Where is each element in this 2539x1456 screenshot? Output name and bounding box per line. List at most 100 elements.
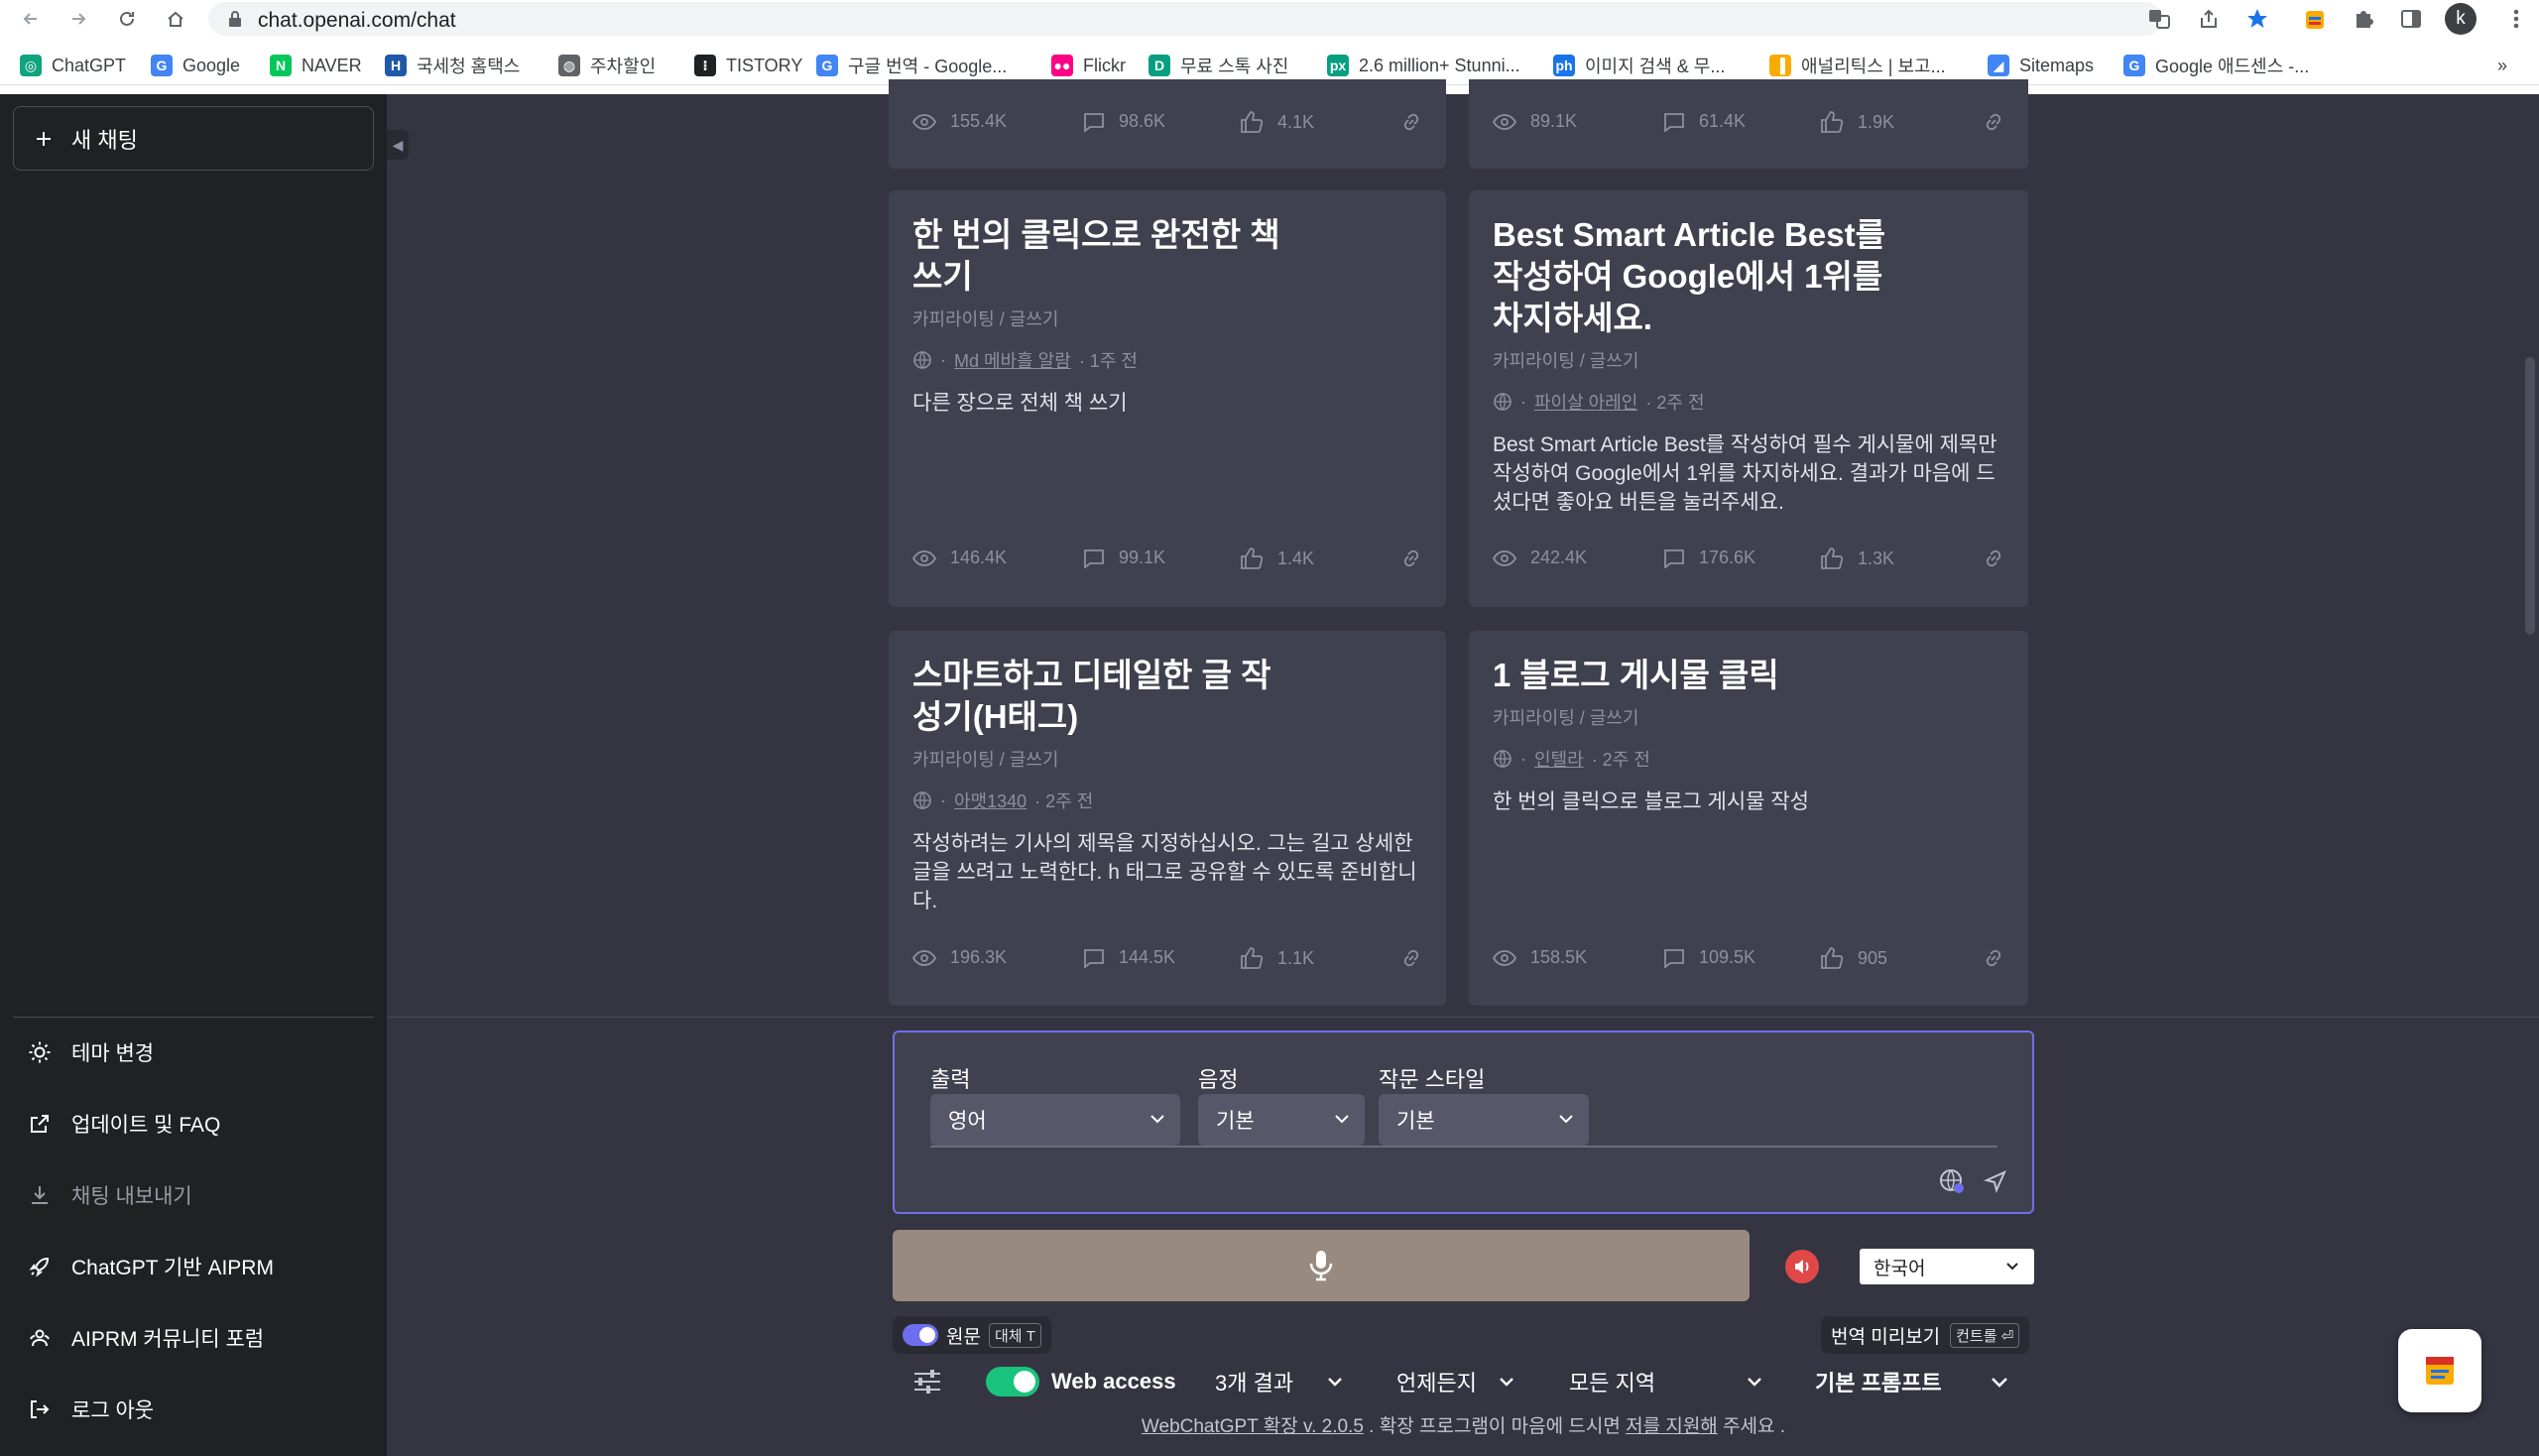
reload-button[interactable] bbox=[112, 4, 142, 34]
copy-link-button[interactable] bbox=[1400, 947, 1422, 969]
speaker-toggle-button[interactable] bbox=[1785, 1250, 1819, 1283]
bookmark-label: Google 애드센스 -... bbox=[2155, 57, 2310, 76]
prompt-composer[interactable]: 출력 영어 음정 기본 작문 스타일 기본 bbox=[893, 1031, 2034, 1214]
bookmark-item[interactable]: ◢ Sitemaps bbox=[1988, 52, 2094, 79]
url-text[interactable]: chat.openai.com/chat bbox=[258, 9, 456, 33]
card-description: 한 번의 클릭으로 블로그 게시물 작성 bbox=[1493, 790, 1809, 813]
voice-input-button[interactable] bbox=[893, 1230, 1750, 1301]
copy-link-button[interactable] bbox=[1983, 111, 2004, 133]
extension-version-link[interactable]: WebChatGPT 확장 v. 2.0.5 bbox=[1142, 1416, 1364, 1437]
globe-icon bbox=[1493, 749, 1512, 769]
profile-avatar[interactable]: k bbox=[2445, 3, 2477, 35]
web-access-toggle[interactable] bbox=[986, 1367, 1039, 1396]
card-author-link[interactable]: 인텔라 bbox=[1534, 746, 1584, 772]
copy-link-button[interactable] bbox=[1983, 547, 2004, 569]
bookmark-item[interactable]: N NAVER bbox=[270, 52, 362, 79]
prompt-card[interactable]: 한 번의 클릭으로 완전한 책 쓰기 카피라이팅 / 글쓰기 · Md 메바흘 알람 ·… bbox=[889, 190, 1446, 607]
comments-count: 98.6K bbox=[1119, 111, 1166, 131]
bookmark-item[interactable]: ◍ 주차할인 bbox=[558, 52, 656, 79]
translation-preview-button[interactable]: 번역 미리보기 컨트롤 ⏎ bbox=[1821, 1316, 2030, 1354]
likes-stat[interactable]: 1.4K bbox=[1240, 547, 1314, 569]
bookmark-item[interactable]: G 구글 번역 - Google... bbox=[816, 52, 1007, 79]
copy-link-button[interactable] bbox=[1400, 111, 1422, 133]
prompt-template-select[interactable]: 기본 프롬프트 bbox=[1815, 1364, 2009, 1399]
sidebar-item-aiprm[interactable]: ChatGPT 기반 AIPRM bbox=[28, 1252, 274, 1281]
results-count-select[interactable]: 3개 결과 bbox=[1215, 1364, 1344, 1399]
comment-icon bbox=[1663, 948, 1685, 968]
card-author-link[interactable]: Md 메바흘 알람 bbox=[954, 347, 1071, 373]
prompt-card[interactable]: 1 블로그 게시물 클릭 카피라이팅 / 글쓰기 · 인텔라 · 2주 전한 번의 클릭… bbox=[1469, 631, 2028, 1006]
likes-stat[interactable]: 1.3K bbox=[1820, 547, 1894, 569]
region-select[interactable]: 모든 지역 bbox=[1569, 1364, 1763, 1399]
bookmark-item[interactable]: ⁝ TISTORY bbox=[694, 52, 802, 79]
sidebar-item-updates-faq[interactable]: 업데이트 및 FAQ bbox=[28, 1109, 220, 1139]
send-icon[interactable] bbox=[1984, 1169, 2007, 1193]
tone-select[interactable]: 기본 bbox=[1198, 1094, 1365, 1146]
copy-link-button[interactable] bbox=[1400, 547, 1422, 569]
sidebar-item-community-forum[interactable]: AIPRM 커뮤니티 포럼 bbox=[28, 1323, 264, 1353]
sidebar: 새 채팅 테마 변경 업데이트 및 FAQ 채팅 내보내기 ChatGPT 기반… bbox=[0, 94, 387, 1456]
new-chat-button[interactable]: 새 채팅 bbox=[13, 106, 374, 171]
scrollbar[interactable] bbox=[2525, 357, 2535, 635]
bookmark-star-icon[interactable] bbox=[2245, 7, 2269, 31]
bookmark-item[interactable]: D 무료 스톡 사진 bbox=[1149, 52, 1288, 79]
bookmark-item[interactable]: ◎ ChatGPT bbox=[20, 52, 126, 79]
time-range-select[interactable]: 언제든지 bbox=[1396, 1364, 1515, 1399]
sidebar-item-theme[interactable]: 테마 변경 bbox=[28, 1037, 154, 1067]
likes-stat[interactable]: 4.1K bbox=[1240, 111, 1314, 133]
original-text-toggle[interactable]: 원문 대체 T bbox=[893, 1316, 1051, 1354]
lock-icon[interactable] bbox=[228, 11, 242, 27]
sidebar-item-logout[interactable]: 로그 아웃 bbox=[28, 1395, 154, 1424]
bookmark-item[interactable]: ▐ 애널리틱스 | 보고... bbox=[1769, 52, 1946, 79]
flickr-icon: ●● bbox=[1051, 55, 1073, 76]
card-stats: 196.3K 144.5K 1.1K bbox=[912, 947, 1422, 977]
copy-link-button[interactable] bbox=[1983, 947, 2004, 969]
card-author-link[interactable]: 아맷1340 bbox=[954, 788, 1027, 813]
views-count: 89.1K bbox=[1530, 111, 1578, 131]
translate-page-icon[interactable] bbox=[2147, 7, 2171, 31]
bookmark-label: Google bbox=[182, 55, 241, 75]
sidebar-item-export-chat[interactable]: 채팅 내보내기 bbox=[28, 1180, 192, 1210]
bookmark-item[interactable]: G Google 애드센스 -... bbox=[2123, 52, 2309, 79]
collapse-sidebar-button[interactable]: ◀ bbox=[387, 130, 409, 160]
more-bookmarks-button[interactable]: » bbox=[2497, 52, 2507, 79]
prompt-card[interactable]: Best Smart Article Best를 작성하여 Google에서 1… bbox=[1469, 190, 2028, 607]
address-bar[interactable]: chat.openai.com/chat bbox=[208, 2, 2267, 36]
time-range-value: 언제든지 bbox=[1396, 1371, 1477, 1395]
prompt-card[interactable]: 155.4K 98.6K 4.1K bbox=[889, 79, 1446, 169]
support-link[interactable]: 저를 지원해 bbox=[1626, 1416, 1718, 1437]
likes-stat[interactable]: 905 bbox=[1820, 947, 1887, 969]
voice-language-select[interactable]: 한국어 bbox=[1860, 1249, 2034, 1284]
prompt-textarea[interactable] bbox=[930, 1146, 1997, 1148]
notes-floating-button[interactable] bbox=[2398, 1329, 2481, 1412]
share-icon[interactable] bbox=[2198, 8, 2220, 30]
extensions-puzzle-icon[interactable] bbox=[2353, 8, 2374, 30]
extension-highlighter-icon[interactable] bbox=[2303, 8, 2327, 32]
forward-button[interactable] bbox=[63, 4, 93, 34]
back-button[interactable] bbox=[16, 4, 46, 34]
bookmark-item[interactable]: ●● Flickr bbox=[1051, 52, 1126, 79]
bookmark-item[interactable]: H 국세청 홈택스 bbox=[385, 52, 520, 79]
settings-sliders-icon[interactable] bbox=[912, 1368, 942, 1395]
original-toggle-switch[interactable] bbox=[903, 1324, 938, 1346]
writing-style-select[interactable]: 기본 bbox=[1379, 1094, 1589, 1146]
web-globe-icon[interactable] bbox=[1938, 1167, 1966, 1195]
comments-stat: 61.4K bbox=[1663, 111, 1746, 132]
side-panel-icon[interactable] bbox=[2400, 8, 2422, 30]
home-button[interactable] bbox=[161, 4, 190, 34]
card-author-link[interactable]: 파이살 아레인 bbox=[1534, 389, 1637, 415]
prompt-card[interactable]: 89.1K 61.4K 1.9K bbox=[1469, 79, 2028, 169]
results-count-value: 3개 결과 bbox=[1215, 1371, 1294, 1395]
chevron-down-icon bbox=[2004, 1260, 2020, 1274]
prompt-card[interactable]: 스마트하고 디테일한 글 작 성기(H태그) 카피라이팅 / 글쓰기 · 아맷1340… bbox=[889, 631, 1446, 1006]
sidebar-item-label: 로그 아웃 bbox=[71, 1399, 155, 1422]
bookmark-item[interactable]: G Google bbox=[151, 52, 240, 79]
browser-menu-icon[interactable] bbox=[2513, 8, 2519, 30]
likes-stat[interactable]: 1.1K bbox=[1240, 947, 1314, 969]
bookmark-item[interactable]: px 2.6 million+ Stunni... bbox=[1327, 52, 1520, 79]
output-language-select[interactable]: 영어 bbox=[930, 1094, 1180, 1146]
bookmark-item[interactable]: ph 이미지 검색 & 무... bbox=[1553, 52, 1725, 79]
likes-count: 1.9K bbox=[1858, 111, 1895, 132]
bookmark-label: NAVER bbox=[302, 55, 362, 75]
likes-stat[interactable]: 1.9K bbox=[1820, 111, 1894, 133]
